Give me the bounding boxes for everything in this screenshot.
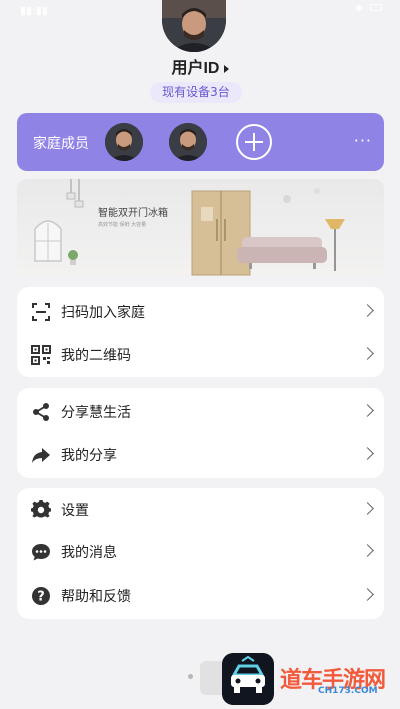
forward-arrow-icon: [32, 448, 50, 463]
message-icon: [32, 544, 50, 561]
profile-avatar[interactable]: [162, 0, 226, 52]
family-members-card[interactable]: 家庭成员 ···: [17, 113, 384, 171]
caret-right-icon: [223, 64, 229, 73]
more-options-icon[interactable]: ···: [354, 131, 372, 150]
user-id-link[interactable]: 用户ID: [0, 54, 400, 78]
battery-icon: [370, 4, 382, 11]
menu-label: 设置: [61, 503, 89, 519]
menu-label: 我的二维码: [61, 348, 131, 364]
device-count-badge[interactable]: 现有设备3台: [150, 82, 242, 103]
menu-item-my-qr-code[interactable]: 我的二维码: [17, 333, 384, 375]
menu-label: 分享慧生活: [61, 405, 131, 421]
menu-label: 我的分享: [61, 448, 117, 464]
page-indicator-dot: [188, 674, 193, 679]
banner-subtitle: 高效节能 保鲜 大容量: [98, 222, 147, 228]
scan-icon: [32, 303, 50, 321]
status-time-indicator: ▮▮:▮▮: [20, 4, 48, 17]
member-avatar[interactable]: [105, 123, 143, 161]
chevron-right-icon: [361, 347, 374, 360]
banner-illustration: [34, 179, 345, 276]
gear-icon: [31, 500, 51, 518]
menu-label: 帮助和反馈: [61, 589, 131, 605]
chevron-right-icon: [361, 544, 374, 557]
banner-title: 智能双开门冰箱: [98, 208, 168, 219]
promo-banner[interactable]: 智能双开门冰箱 高效节能 保鲜 大容量: [17, 179, 384, 276]
menu-group-settings: 设置 我的消息 ? 帮助和反馈: [17, 488, 384, 619]
chevron-right-icon: [361, 447, 374, 460]
status-icons: [356, 4, 382, 11]
app-logo-icon: [222, 653, 274, 705]
menu-item-share-smart-life[interactable]: 分享慧生活: [17, 390, 384, 432]
chevron-right-icon: [361, 304, 374, 317]
svg-text:?: ?: [37, 590, 45, 605]
watermark-url: CH173.COM: [318, 686, 378, 696]
member-photo: [105, 123, 143, 161]
menu-item-help-feedback[interactable]: ? 帮助和反馈: [17, 574, 384, 616]
qr-code-icon: [31, 345, 51, 365]
signal-icon: [356, 4, 362, 11]
menu-item-my-messages[interactable]: 我的消息: [17, 530, 384, 572]
member-photo: [169, 123, 207, 161]
menu-label: 扫码加入家庭: [61, 305, 145, 321]
menu-item-settings[interactable]: 设置: [17, 488, 384, 530]
car-logo-icon: [231, 655, 265, 693]
menu-item-scan-join-family[interactable]: 扫码加入家庭: [17, 290, 384, 332]
avatar-photo: [162, 0, 226, 52]
user-id-text: 用户ID: [171, 60, 220, 77]
menu-label: 我的消息: [61, 545, 117, 561]
chevron-right-icon: [361, 404, 374, 417]
share-icon: [33, 403, 49, 421]
family-members-label: 家庭成员: [33, 136, 89, 152]
add-member-button[interactable]: [236, 124, 272, 160]
menu-group-family: 扫码加入家庭 我的二维码: [17, 287, 384, 377]
member-avatar[interactable]: [169, 123, 207, 161]
chevron-right-icon: [361, 588, 374, 601]
menu-group-share: 分享慧生活 我的分享: [17, 388, 384, 478]
menu-item-my-shares[interactable]: 我的分享: [17, 433, 384, 475]
chevron-right-icon: [361, 502, 374, 515]
help-icon: ?: [32, 587, 50, 605]
